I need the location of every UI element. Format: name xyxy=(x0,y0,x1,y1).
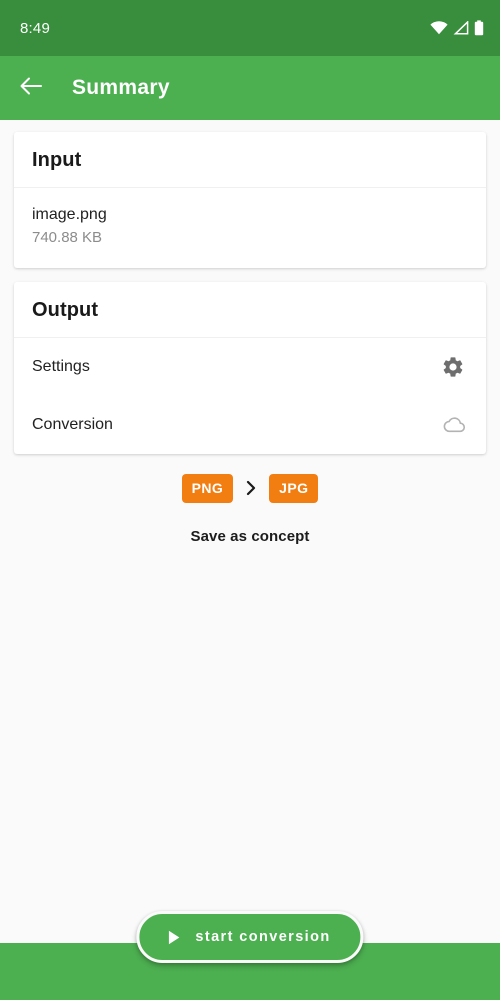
play-icon xyxy=(165,929,182,946)
gear-icon[interactable] xyxy=(440,354,466,380)
output-card: Output Settings Conversion xyxy=(14,281,486,454)
cloud-icon[interactable] xyxy=(440,412,466,438)
format-conversion-row: PNG JPG xyxy=(14,473,486,503)
output-row-settings-label: Settings xyxy=(32,357,90,375)
input-file-name: image.png xyxy=(32,206,107,223)
arrow-back-icon xyxy=(19,76,43,101)
output-row-conversion[interactable]: Conversion xyxy=(14,396,486,454)
main-content: Input image.png 740.88 KB Output Setting… xyxy=(0,120,500,545)
output-card-header: Output xyxy=(14,282,486,338)
start-conversion-label: start conversion xyxy=(195,929,331,945)
back-button[interactable] xyxy=(16,73,46,103)
status-bar-time: 8:49 xyxy=(20,19,50,37)
input-card-header: Input xyxy=(14,132,486,188)
output-row-settings[interactable]: Settings xyxy=(14,338,486,396)
status-bar: 8:49 xyxy=(0,0,500,56)
wifi-icon xyxy=(430,21,448,35)
input-card: Input image.png 740.88 KB xyxy=(14,132,486,268)
target-format-badge[interactable]: JPG xyxy=(269,473,319,503)
status-bar-icons xyxy=(430,20,484,36)
battery-icon xyxy=(474,20,484,36)
source-format-badge[interactable]: PNG xyxy=(181,473,234,503)
output-card-title: Output xyxy=(32,298,99,321)
cellular-signal-icon xyxy=(453,21,469,35)
input-file-row[interactable]: image.png 740.88 KB xyxy=(14,188,486,268)
start-conversion-button[interactable]: start conversion xyxy=(136,911,364,963)
input-file-size: 740.88 KB xyxy=(32,228,103,246)
page-title: Summary xyxy=(72,76,170,99)
input-card-title: Input xyxy=(32,149,82,171)
chevron-right-icon xyxy=(244,480,258,496)
output-row-conversion-label: Conversion xyxy=(32,415,113,433)
save-as-concept-button[interactable]: Save as concept xyxy=(14,528,486,545)
app-bar: Summary xyxy=(0,56,500,120)
